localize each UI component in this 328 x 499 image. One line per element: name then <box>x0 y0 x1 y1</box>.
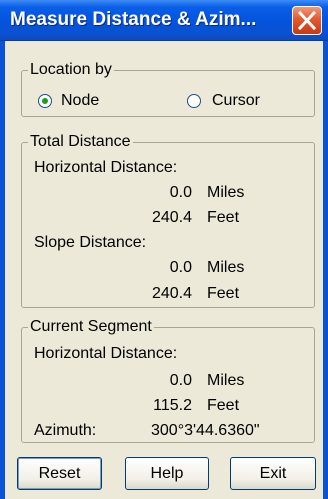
location-by-legend: Location by <box>30 61 112 78</box>
total-horizontal-feet-value: 240.4 <box>151 209 192 226</box>
total-horizontal-label: Horizontal Distance: <box>34 159 178 176</box>
close-button[interactable] <box>292 6 322 35</box>
window-title: Measure Distance & Azim... <box>10 9 257 30</box>
feet-unit-label: Feet <box>207 209 240 226</box>
segment-horizontal-label: Horizontal Distance: <box>34 345 178 362</box>
azimuth-label: Azimuth: <box>34 422 97 439</box>
total-slope-label: Slope Distance: <box>34 234 147 251</box>
cursor-radio[interactable] <box>187 94 201 108</box>
reset-button[interactable]: Reset <box>17 457 102 490</box>
title-bar[interactable]: Measure Distance & Azim... <box>0 0 328 41</box>
total-horizontal-miles-value: 0.0 <box>169 184 192 201</box>
miles-unit-label: Miles <box>207 372 245 389</box>
feet-unit-label: Feet <box>207 397 240 414</box>
miles-unit-label: Miles <box>207 184 245 201</box>
window-frame-left <box>0 41 5 499</box>
cursor-radio-label[interactable]: Cursor <box>212 91 260 111</box>
total-slope-feet-value: 240.4 <box>151 285 192 302</box>
radio-selected-dot <box>42 98 48 104</box>
segment-horizontal-feet-value: 115.2 <box>153 397 192 414</box>
help-button[interactable]: Help <box>125 457 209 490</box>
total-slope-miles-value: 0.0 <box>169 259 192 276</box>
window-frame-right <box>323 41 328 499</box>
segment-horizontal-miles-value: 0.0 <box>169 372 192 389</box>
feet-unit-label: Feet <box>207 285 240 302</box>
miles-unit-label: Miles <box>207 259 245 276</box>
node-radio[interactable] <box>38 94 52 108</box>
current-segment-legend: Current Segment <box>30 318 152 335</box>
total-distance-legend: Total Distance <box>30 133 131 150</box>
close-icon <box>298 11 316 30</box>
node-radio-label[interactable]: Node <box>61 91 99 111</box>
azimuth-value: 300°3'44.6360" <box>151 422 260 439</box>
exit-button[interactable]: Exit <box>230 457 316 490</box>
